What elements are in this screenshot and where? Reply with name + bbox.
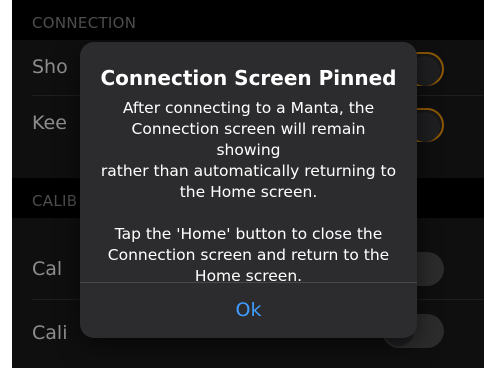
alert-dialog: Connection Screen Pinned After connectin…: [80, 42, 417, 338]
alert-title: Connection Screen Pinned: [100, 66, 397, 90]
settings-screen: CONNECTION Sho Kee CALIB Cal Cali Connec…: [12, 0, 484, 368]
alert-message: After connecting to a Manta, the Connect…: [100, 99, 397, 285]
ok-button[interactable]: Ok: [80, 283, 417, 338]
